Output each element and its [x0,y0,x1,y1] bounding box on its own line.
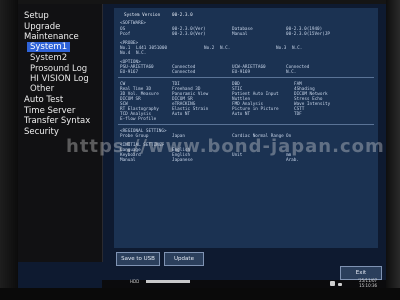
probe-row: No.4 [120,51,131,56]
divider [118,124,374,125]
feature-cell: Auto NT [172,112,191,117]
software-row: Manual [232,32,248,37]
screen: Setup Upgrade Maintenance System1 System… [18,4,386,288]
sidebar-item-auto-test[interactable]: Auto Test [24,95,63,105]
monitor-bezel-bottom [0,288,400,300]
system-version-value: 00-2.3.0 [172,13,193,18]
divider [118,77,374,78]
probe-row: N.C. [136,51,147,56]
option-row: N.C. [286,70,297,75]
status-bar [102,280,386,288]
sidebar-item-other[interactable]: Other [30,84,54,94]
option-row: EU-9169 [232,70,251,75]
initial-row: Japanese [172,158,193,163]
software-row: Pcof [120,32,131,37]
software-header: <SOFTWARE> [120,21,146,26]
feature-cell: TDF [294,112,302,117]
printer-icon [338,283,342,286]
probe-row: No.3 [276,46,287,51]
sidebar-item-prosound-log[interactable]: Prosound Log [30,64,87,74]
clock: '25/11/07 15:10:36 [358,278,377,288]
feature-cell: Auto NT [232,112,251,117]
probe-row: N.C. [220,46,231,51]
sidebar-item-setup[interactable]: Setup [24,11,49,21]
sidebar-item-hi-vision-log[interactable]: HI VISION Log [30,74,89,84]
system-info-panel: System Version 00-2.3.0 <SOFTWARE> OS 00… [114,8,378,248]
sidebar-item-maintenance[interactable]: Maintenance [24,32,79,42]
system-version-label: System Version [124,13,161,18]
sidebar: Setup Upgrade Maintenance System1 System… [18,4,103,262]
initial-row: Manual [120,158,136,163]
initial-row: Arab. [286,158,299,163]
sidebar-item-transfer-syntax[interactable]: Transfer Syntax [24,116,90,126]
feature-cell: E-flow Profile [120,117,157,122]
watermark: https://www.bond-japan.com [66,136,385,157]
network-icon [330,281,335,286]
save-to-usb-button[interactable]: Save to USB [116,252,160,266]
sidebar-item-time-server[interactable]: Time Server [24,106,75,116]
hdd-usage-bar [146,280,190,283]
monitor-bezel-right [386,0,400,300]
sidebar-item-system1[interactable]: System1 [27,42,71,52]
monitor-bezel-left [0,0,18,300]
software-row: 00-2.3.0(Ver) [172,32,206,37]
sidebar-item-upgrade[interactable]: Upgrade [24,22,60,32]
update-button[interactable]: Update [164,252,204,266]
hdd-label: HDD [130,279,140,284]
option-row: Connected [172,70,196,75]
option-row: EU-9167 [120,70,139,75]
sidebar-item-system2[interactable]: System2 [30,53,67,63]
sidebar-item-security[interactable]: Security [24,127,59,137]
probe-row: No.2 [204,46,215,51]
software-row: 00-2.3.0(15Ver)JP [286,32,330,37]
probe-row: N.C. [292,46,303,51]
